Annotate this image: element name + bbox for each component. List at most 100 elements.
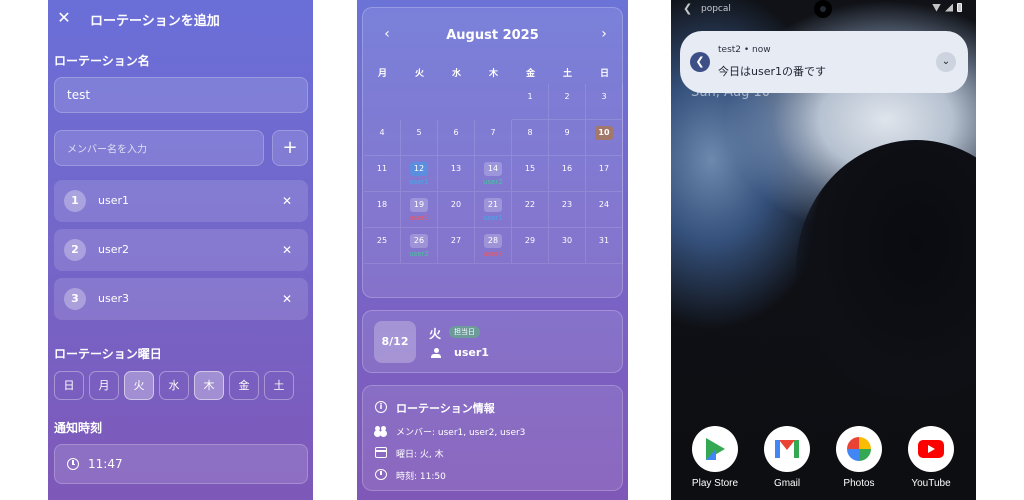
group-icon (375, 425, 387, 436)
close-icon[interactable]: ✕ (54, 8, 74, 28)
calendar-empty-cell (438, 84, 475, 120)
app-label: Gmail (773, 478, 801, 489)
weekday-toggle-mon[interactable]: 月 (89, 371, 119, 400)
calendar-day-cell[interactable]: 5 (401, 120, 438, 156)
calendar-month: August 2025 (446, 28, 539, 43)
android-home-screen: ❮ popcal Sun, Aug 10 ❮ test2 • now 今日はus… (671, 0, 976, 500)
calendar-day-cell[interactable]: 12 user1 (401, 156, 438, 192)
weekday-toggle-fri[interactable]: 金 (229, 371, 259, 400)
chevron-right-icon[interactable]: › (596, 26, 612, 42)
status-app-name: popcal (701, 4, 731, 14)
info-days: 曜日: 火, 木 (396, 450, 444, 460)
calendar-day-cell[interactable]: 15 (512, 156, 549, 192)
weekday-toggle-wed[interactable]: 水 (159, 371, 189, 400)
person-icon (431, 348, 441, 358)
remove-member-icon[interactable]: ✕ (278, 241, 296, 259)
member-item: 3 user3 ✕ (54, 278, 308, 320)
calendar-day-cell[interactable]: 8 (512, 120, 549, 156)
calendar-day-number: 29 (524, 236, 536, 245)
weekday-toggle-sun[interactable]: 日 (54, 371, 84, 400)
calendar-day-cell[interactable]: 21 user1 (475, 192, 512, 228)
app-label: YouTube (911, 478, 951, 489)
calendar-assignee: user3 (483, 250, 503, 258)
calendar-day-cell[interactable]: 31 (586, 228, 623, 264)
weekday-toggle-tue[interactable]: 火 (124, 371, 154, 400)
calendar-day-number: 23 (561, 200, 573, 209)
calendar-empty-cell (401, 84, 438, 120)
app-youtube[interactable]: YouTube (902, 426, 960, 489)
remove-member-icon[interactable]: ✕ (278, 192, 296, 210)
app-label: Photos (843, 478, 875, 489)
calendar-day-number: 6 (453, 128, 459, 137)
calendar-empty-cell (475, 84, 512, 120)
rotation-name-input[interactable]: test (54, 77, 308, 113)
calendar-day-cell[interactable]: 26 user2 (401, 228, 438, 264)
remove-member-icon[interactable]: ✕ (278, 290, 296, 308)
calendar-day-cell[interactable]: 6 (438, 120, 475, 156)
calendar-day-cell[interactable]: 13 (438, 156, 475, 192)
calendar-day-cell[interactable]: 30 (549, 228, 586, 264)
member-name-input[interactable]: メンバー名を入力 (54, 130, 264, 166)
app-photos[interactable]: Photos (830, 426, 888, 489)
camera-cutout (814, 0, 832, 18)
calendar-weekday-header: 月 (377, 69, 387, 79)
calendar-assignee: user3 (409, 214, 429, 222)
chevron-down-icon[interactable]: ⌄ (936, 52, 956, 72)
calendar-day-cell[interactable]: 23 (549, 192, 586, 228)
calendar-day-number: 21 (484, 198, 502, 212)
info-time: 時刻: 11:50 (396, 472, 446, 482)
info-members: メンバー: user1, user2, user3 (396, 428, 526, 438)
calendar-day-cell[interactable]: 16 (549, 156, 586, 192)
weekday-toggle-sat[interactable]: 土 (264, 371, 294, 400)
notify-time-picker[interactable]: 11:47 (54, 444, 308, 484)
calendar-day-cell[interactable]: 14 user2 (475, 156, 512, 192)
rotation-info-card: i ローテーション情報 メンバー: user1, user2, user3 曜日… (362, 385, 623, 491)
calendar-day-number: 27 (450, 236, 462, 245)
calendar-day-cell[interactable]: 9 (549, 120, 586, 156)
notification-card[interactable]: ❮ test2 • now 今日はuser1の番です ⌄ (680, 31, 968, 93)
app-play-store[interactable]: Play Store (686, 426, 744, 489)
app-notification-icon: ❮ (690, 52, 710, 72)
calendar-day-number: 8 (527, 128, 533, 137)
app-gmail[interactable]: Gmail (758, 426, 816, 489)
calendar-day-cell[interactable]: 25 (364, 228, 401, 264)
clock-icon (375, 469, 387, 480)
calendar-day-cell[interactable]: 4 (364, 120, 401, 156)
calendar-day-cell[interactable]: 11 (364, 156, 401, 192)
member-number-badge: 3 (64, 288, 86, 310)
calendar-day-number: 19 (410, 198, 428, 212)
calendar-day-number: 2 (564, 92, 570, 101)
calendar-day-number: 26 (410, 234, 428, 248)
calendar-day-cell[interactable]: 20 (438, 192, 475, 228)
calendar-day-number: 18 (376, 200, 388, 209)
calendar-day-cell[interactable]: 17 (586, 156, 623, 192)
calendar-day-cell[interactable]: 2 (549, 84, 586, 120)
status-bar: ❮ popcal (671, 0, 976, 20)
calendar-day-cell[interactable]: 18 (364, 192, 401, 228)
calendar-weekday-header: 土 (562, 69, 572, 79)
member-number-badge: 2 (64, 239, 86, 261)
calendar-day-cell[interactable]: 22 (512, 192, 549, 228)
photos-icon (836, 426, 882, 472)
calendar-icon (375, 447, 387, 458)
calendar-day-cell[interactable]: 7 (475, 120, 512, 156)
calendar-day-cell[interactable]: 19 user3 (401, 192, 438, 228)
app-label: Play Store (691, 478, 739, 489)
calendar-day-cell[interactable]: 28 user3 (475, 228, 512, 264)
wifi-icon (932, 3, 941, 12)
member-number-badge: 1 (64, 190, 86, 212)
calendar-day-cell[interactable]: 29 (512, 228, 549, 264)
calendar-day-cell[interactable]: 1 (512, 84, 549, 120)
notification-title: test2 • now (718, 45, 771, 55)
weekday-toggle-thu[interactable]: 木 (194, 371, 224, 400)
calendar-weekday-header: 金 (525, 69, 535, 79)
assigned-user: user1 (454, 346, 489, 359)
calendar-day-cell[interactable]: 10 (586, 120, 623, 156)
calendar-card: ‹ August 2025 › 月火水木金土日 1 2 3 4 5 6 7 8 9 10 11 12 us… (362, 7, 623, 298)
calendar-day-number: 9 (564, 128, 570, 137)
member-name-placeholder: メンバー名を入力 (67, 144, 147, 156)
calendar-day-cell[interactable]: 27 (438, 228, 475, 264)
calendar-day-cell[interactable]: 3 (586, 84, 623, 120)
add-member-button[interactable]: + (272, 130, 308, 166)
calendar-day-cell[interactable]: 24 (586, 192, 623, 228)
